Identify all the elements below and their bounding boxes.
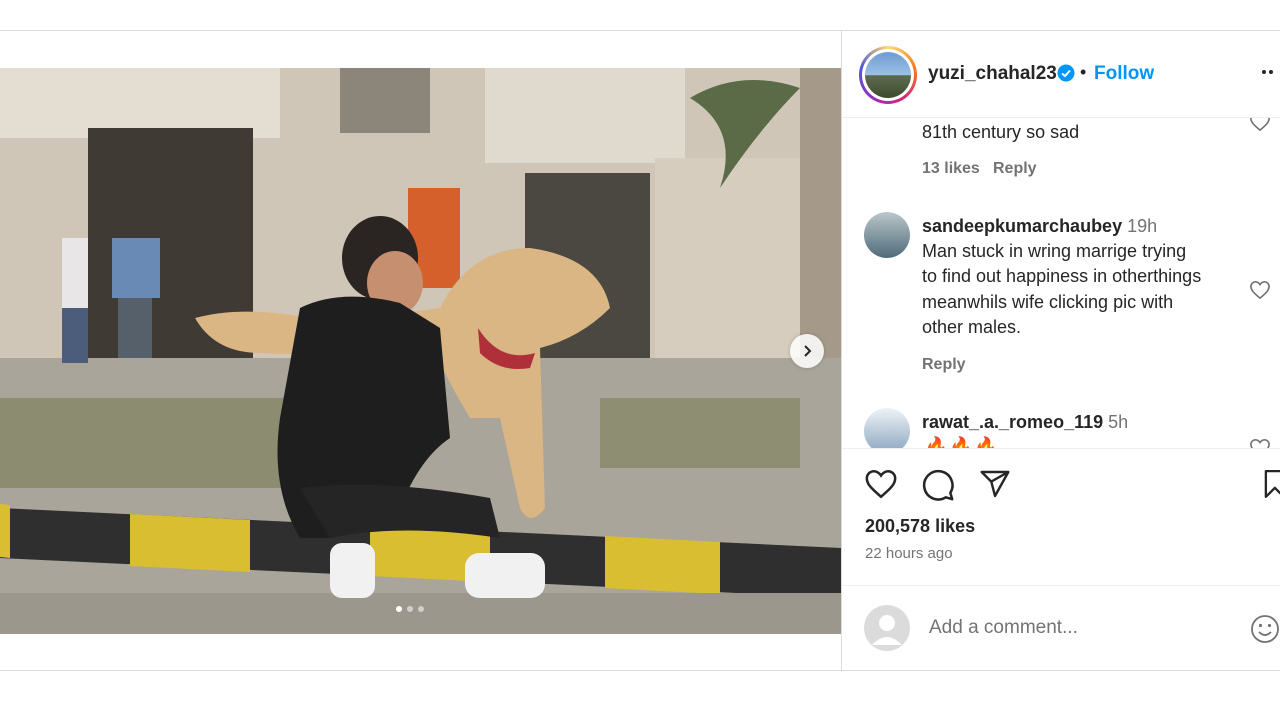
more-icon[interactable] [1262,70,1273,74]
comment-icon[interactable] [920,468,956,502]
actions-divider [842,448,1280,449]
verified-icon [1057,64,1075,82]
comment-likes[interactable]: 13 likes [922,160,980,178]
bottom-divider [0,670,1280,671]
comment-text-line: meanwhils wife clicking pic with [922,292,1174,312]
comment-time: 19h [1127,216,1158,236]
separator-dot: • [1080,62,1087,82]
follow-button[interactable]: Follow [1094,63,1154,85]
comment-header: sandeepkumarchaubey 19h [922,214,1157,240]
photo-scene [0,68,841,634]
comment-header: rawat_.a._romeo_119 5h [922,410,1128,436]
heart-icon[interactable] [1249,118,1271,132]
carousel-dot [396,606,402,612]
next-photo-button[interactable] [790,334,824,368]
carousel-dot [418,606,424,612]
heart-icon[interactable] [1249,280,1271,300]
commenter-username[interactable]: rawat_.a._romeo_119 [922,412,1103,432]
add-comment-input[interactable] [929,617,1229,639]
commenter-avatar[interactable] [864,212,910,258]
comments-list: 81th century so sad 13 likes Reply sande… [842,118,1280,448]
comment-text: 🔥🔥🔥 [924,437,999,448]
comment-text-line: to find out happiness in otherthings [922,266,1202,286]
avatar-image [865,52,911,98]
share-icon[interactable] [978,468,1012,500]
commenter-avatar[interactable] [864,408,910,448]
reply-button[interactable]: Reply [993,160,1037,178]
comment-text: 81th century so sad [922,122,1080,142]
comment-time: 5h [1108,412,1129,432]
profile-avatar[interactable] [859,46,917,104]
post-photo[interactable] [0,68,841,634]
comment-text-line: other males. [922,317,1022,337]
comment-text-line: Man stuck in wring marrige trying [922,241,1187,261]
save-icon[interactable] [1262,468,1280,500]
heart-icon[interactable] [1249,438,1271,448]
story-ring-inner [862,49,914,101]
heart-icon[interactable] [864,468,898,500]
current-user-avatar [864,605,910,651]
chevron-right-icon [804,345,812,357]
likes-count[interactable]: 200,578 likes [865,516,975,537]
commenter-username[interactable]: sandeepkumarchaubey [922,216,1122,236]
add-comment-divider [842,585,1280,586]
post-timestamp[interactable]: 22 hours ago [865,545,953,562]
post-username[interactable]: yuzi_chahal23 [928,63,1057,85]
default-avatar-icon [872,615,902,645]
emoji-icon[interactable] [1250,612,1280,646]
reply-button[interactable]: Reply [922,356,966,374]
carousel-dots [396,606,424,612]
carousel-dot [407,606,413,612]
